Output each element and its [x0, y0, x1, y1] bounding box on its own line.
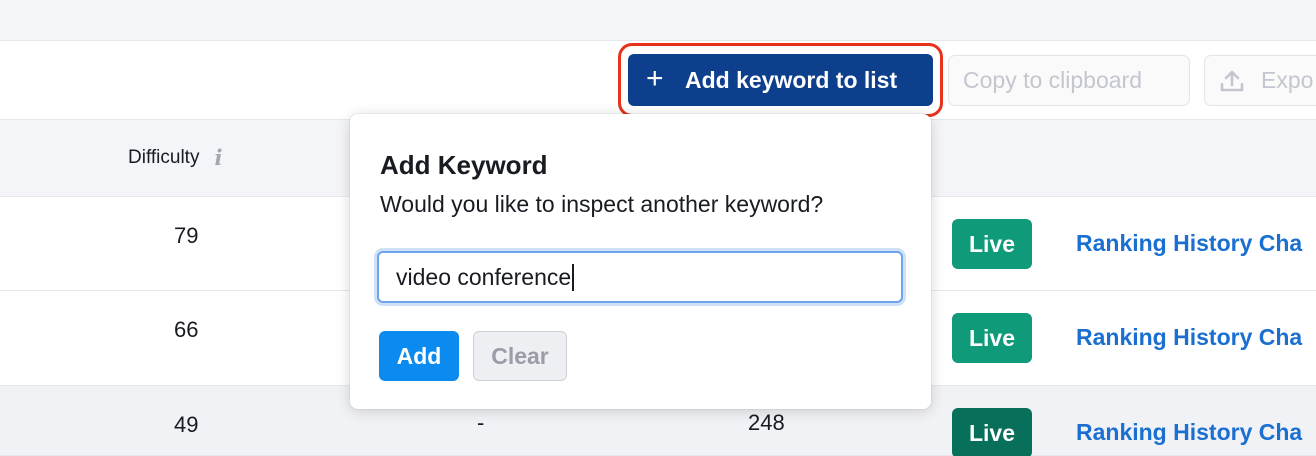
ranking-history-chart-link[interactable]: Ranking History Cha: [1076, 324, 1302, 351]
table-cell: 248: [748, 410, 785, 435]
column-header-difficulty[interactable]: Difficulty i: [128, 145, 222, 170]
live-badge: Live: [952, 219, 1032, 269]
top-band: [0, 0, 1316, 41]
keyword-input[interactable]: video conference: [377, 251, 903, 303]
plus-icon: +: [646, 62, 664, 95]
clear-button[interactable]: Clear: [473, 331, 567, 381]
table-cell: -: [477, 410, 485, 435]
difficulty-cell: 49: [174, 412, 199, 437]
copy-to-clipboard-label: Copy to clipboard: [963, 67, 1142, 93]
export-button[interactable]: Expo: [1204, 55, 1316, 106]
difficulty-cell: 66: [174, 317, 199, 342]
popover-subtitle: Would you like to inspect another keywor…: [380, 191, 824, 217]
text-caret: [572, 263, 575, 291]
ranking-history-chart-link[interactable]: Ranking History Cha: [1076, 419, 1302, 446]
popover-title: Add Keyword: [380, 150, 548, 180]
export-label: Expo: [1261, 67, 1314, 93]
info-icon[interactable]: i: [214, 145, 222, 170]
add-keyword-to-list-button[interactable]: + Add keyword to list: [628, 54, 933, 106]
keyword-input-value: video conference: [396, 263, 572, 290]
add-button[interactable]: Add: [379, 331, 459, 381]
add-keyword-to-list-label: Add keyword to list: [685, 66, 898, 93]
upload-icon: [1220, 70, 1244, 91]
copy-to-clipboard-button[interactable]: Copy to clipboard: [948, 55, 1190, 106]
difficulty-cell: 79: [174, 223, 199, 248]
live-badge: Live: [952, 313, 1032, 363]
live-badge: Live: [952, 408, 1032, 456]
add-keyword-popover: Add Keyword Would you like to inspect an…: [350, 114, 931, 409]
ranking-history-chart-link[interactable]: Ranking History Cha: [1076, 230, 1302, 257]
difficulty-label: Difficulty: [128, 146, 200, 168]
